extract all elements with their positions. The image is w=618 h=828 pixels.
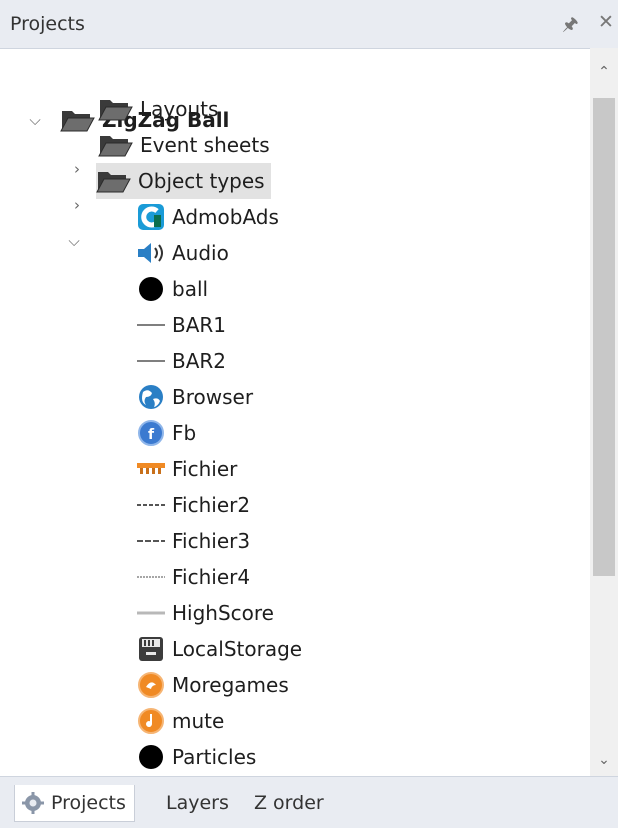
object-admobads[interactable]: AdmobAds — [136, 199, 279, 235]
tab-projects[interactable]: Projects — [14, 785, 135, 822]
object-label: BAR1 — [172, 313, 227, 337]
object-browser[interactable]: Browser — [136, 379, 253, 415]
folder-label: Object types — [138, 169, 265, 193]
tab-label: Z order — [254, 792, 324, 814]
object-bar2[interactable]: BAR2 — [136, 343, 226, 379]
object-label: Fb — [172, 421, 197, 445]
object-fichier[interactable]: Fichier — [136, 451, 237, 487]
folder-label: Event sheets — [140, 133, 270, 157]
tab-z-order[interactable]: Z order — [254, 785, 324, 821]
object-moregames[interactable]: Moregames — [136, 667, 289, 703]
thin-line-icon — [136, 311, 166, 339]
scrollbar-thumb[interactable] — [593, 98, 615, 576]
object-fb[interactable]: f Fb — [136, 415, 196, 451]
object-fichier4[interactable]: Fichier4 — [136, 559, 250, 595]
object-audio[interactable]: Audio — [136, 235, 229, 271]
folder-open-icon — [98, 100, 133, 121]
dotted-line-icon — [136, 563, 166, 591]
pin-icon[interactable]: 🖈︎ — [562, 12, 579, 42]
object-label: Moregames — [172, 673, 289, 697]
scroll-up-icon[interactable]: ⌃ — [597, 64, 611, 80]
facebook-icon: f — [136, 419, 166, 447]
object-localstorage[interactable]: LocalStorage — [136, 631, 302, 667]
object-label: Fichier2 — [172, 493, 251, 517]
object-label: HighScore — [172, 601, 274, 625]
dashed-line-icon — [136, 491, 166, 519]
dashed-line-icon — [136, 527, 166, 555]
black-circle-icon — [136, 743, 166, 771]
projects-gear-icon — [22, 792, 44, 814]
object-fichier2[interactable]: Fichier2 — [136, 487, 250, 523]
object-label: BAR2 — [172, 349, 227, 373]
tab-layers[interactable]: Layers — [166, 785, 229, 821]
project-tree: ⌵ ZigZag Ball › Layouts › Event sheets ⌵… — [0, 48, 590, 776]
gray-line-icon — [136, 599, 166, 627]
object-label: Fichier3 — [172, 529, 251, 553]
object-label: LocalStorage — [172, 637, 303, 661]
panel-titlebar: Projects 🖈︎ ✕ — [0, 0, 618, 49]
bottom-tab-bar: Projects Layers Z order — [0, 776, 618, 828]
sprite-thumbnail-icon — [136, 455, 166, 483]
speaker-icon — [136, 239, 166, 267]
object-mute[interactable]: mute — [136, 703, 224, 739]
object-label: ball — [172, 277, 209, 301]
folder-open-icon — [98, 136, 133, 157]
tree-folder-event-sheets[interactable]: Event sheets — [98, 127, 270, 163]
chevron-right-icon[interactable]: › — [70, 160, 84, 178]
black-circle-icon — [136, 275, 166, 303]
scroll-down-icon[interactable]: ⌄ — [597, 752, 611, 768]
object-label: Audio — [172, 241, 229, 265]
tab-label: Layers — [166, 792, 229, 814]
chevron-down-icon[interactable]: ⌵ — [67, 232, 81, 250]
admob-icon — [136, 203, 166, 231]
object-label: Particles — [172, 745, 257, 769]
folder-open-icon — [60, 111, 95, 132]
object-label: Fichier — [172, 457, 238, 481]
tree-folder-layouts[interactable]: Layouts — [98, 91, 218, 127]
object-ball[interactable]: ball — [136, 271, 208, 307]
object-bar1[interactable]: BAR1 — [136, 307, 226, 343]
chevron-right-icon[interactable]: › — [70, 196, 84, 214]
folder-open-icon — [96, 172, 131, 193]
vertical-scrollbar[interactable]: ⌃ ⌄ — [590, 48, 618, 776]
object-label: Fichier4 — [172, 565, 251, 589]
thin-line-icon — [136, 347, 166, 375]
object-particles[interactable]: Particles — [136, 739, 256, 775]
object-label: mute — [172, 709, 225, 733]
orange-button-icon — [136, 671, 166, 699]
tree-folder-object-types[interactable]: Object types — [96, 163, 271, 199]
folder-label: Layouts — [140, 97, 219, 121]
disk-icon — [136, 635, 166, 663]
svg-text:f: f — [148, 427, 155, 443]
object-highscore[interactable]: HighScore — [136, 595, 274, 631]
tab-label: Projects — [51, 792, 126, 814]
chevron-down-icon[interactable]: ⌵ — [28, 111, 42, 129]
globe-icon — [136, 383, 166, 411]
close-icon[interactable]: ✕ — [598, 11, 614, 33]
orange-button-icon — [136, 707, 166, 735]
panel-title: Projects — [10, 13, 85, 35]
object-fichier3[interactable]: Fichier3 — [136, 523, 250, 559]
object-label: AdmobAds — [172, 205, 279, 229]
object-label: Browser — [172, 385, 254, 409]
